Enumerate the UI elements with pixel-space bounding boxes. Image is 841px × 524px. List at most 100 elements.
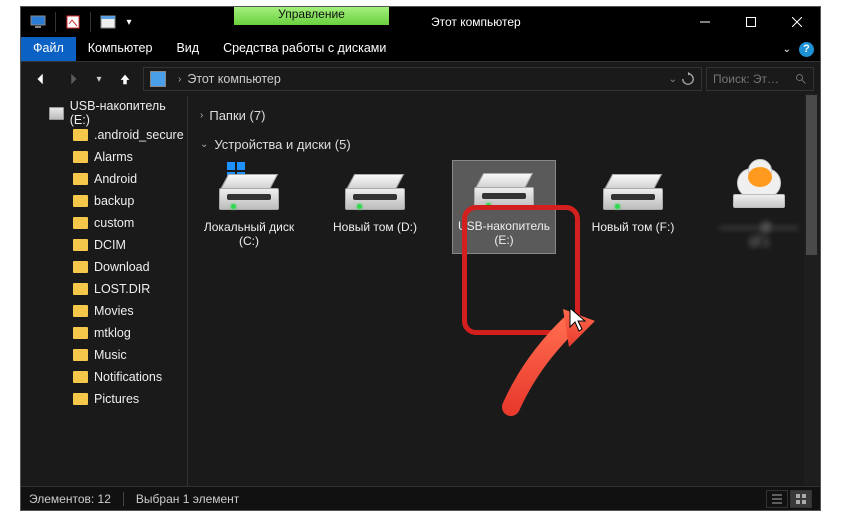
- folder-icon: [73, 217, 88, 229]
- content-pane[interactable]: › Папки (7) ⌄ Устройства и диски (5) Лок…: [188, 96, 820, 488]
- tree-item[interactable]: Download: [21, 256, 187, 278]
- search-box[interactable]: [706, 67, 814, 91]
- search-input[interactable]: [713, 72, 793, 86]
- group-folders-header[interactable]: › Папки (7): [200, 108, 808, 123]
- tree-item-label: mtklog: [94, 326, 131, 340]
- tree-item-label: Movies: [94, 304, 134, 318]
- close-button[interactable]: [774, 7, 820, 37]
- group-folders-label: Папки (7): [209, 108, 265, 123]
- folder-icon: [73, 261, 88, 273]
- tree-item-label: Android: [94, 172, 137, 186]
- scrollbar-thumb[interactable]: [806, 95, 817, 255]
- folder-icon: [73, 305, 88, 317]
- drive-item[interactable]: Новый том (F:): [584, 166, 682, 254]
- tree-root-label: USB-накопитель (E:): [70, 99, 187, 127]
- cloud-drive-icon: [729, 166, 789, 214]
- qat-properties-icon[interactable]: [60, 10, 86, 34]
- tree-item[interactable]: DCIM: [21, 234, 187, 256]
- drive-item[interactable]: ––––––@–––– (Z:): [710, 166, 808, 254]
- drive-label: Новый том (D:): [333, 220, 417, 234]
- folder-icon: [73, 393, 88, 405]
- navigation-pane: ⌄ USB-накопитель (E:) .android_secure Ala…: [21, 96, 188, 488]
- chevron-right-icon[interactable]: ›: [200, 110, 203, 121]
- group-drives-header[interactable]: ⌄ Устройства и диски (5): [200, 137, 808, 152]
- tree-item-label: LOST.DIR: [94, 282, 150, 296]
- maximize-button[interactable]: [728, 7, 774, 37]
- drive-item[interactable]: Новый том (D:): [326, 166, 424, 254]
- window-title: Этот компьютер: [431, 15, 521, 29]
- tree-item-label: Pictures: [94, 392, 139, 406]
- titlebar: ▾ Управление Этот компьютер: [21, 7, 820, 37]
- drive-label: ––––––@–––– (Z:): [710, 220, 808, 248]
- tree-root-usb[interactable]: ⌄ USB-накопитель (E:): [21, 102, 187, 124]
- tree-item-label: Download: [94, 260, 150, 274]
- ribbon-tabs: Файл Компьютер Вид Средства работы с дис…: [21, 37, 820, 61]
- drive-label: Новый том (F:): [592, 220, 675, 234]
- folder-icon: [73, 129, 88, 141]
- tree-item[interactable]: Movies: [21, 300, 187, 322]
- tree-item-label: backup: [94, 194, 134, 208]
- tree-item-label: .android_secure: [94, 128, 184, 142]
- tree-item-label: custom: [94, 216, 134, 230]
- folder-icon: [73, 173, 88, 185]
- tree-item[interactable]: mtklog: [21, 322, 187, 344]
- breadcrumb-dropdown-icon[interactable]: ⌄: [669, 74, 677, 85]
- drive-label: Локальный диск (C:): [200, 220, 298, 248]
- hdd-icon: [474, 165, 534, 213]
- tab-drive-tools[interactable]: Средства работы с дисками: [211, 37, 398, 61]
- qat-newfolder-icon[interactable]: [95, 10, 121, 34]
- chevron-right-icon[interactable]: ›: [178, 74, 181, 85]
- tree-item[interactable]: Pictures: [21, 388, 187, 410]
- ribbon-collapse-icon[interactable]: ⌄: [783, 44, 791, 55]
- nav-back-button[interactable]: [27, 65, 55, 93]
- nav-recent-dropdown[interactable]: ▾: [91, 65, 107, 93]
- status-item-count: Элементов: 12: [29, 492, 111, 506]
- vertical-scrollbar[interactable]: [804, 93, 819, 485]
- contextual-tab-header: Управление: [234, 7, 389, 25]
- drive-item[interactable]: USB-накопитель (E:): [452, 160, 556, 254]
- tree-item[interactable]: .android_secure: [21, 124, 187, 146]
- large-icons-view-button[interactable]: [790, 490, 812, 508]
- qat-dropdown-icon[interactable]: ▾: [122, 10, 136, 34]
- usb-drive-icon: [49, 107, 64, 120]
- breadcrumb[interactable]: › Этот компьютер ⌄: [143, 67, 702, 91]
- chevron-down-icon[interactable]: ⌄: [200, 139, 208, 150]
- tree-item[interactable]: LOST.DIR: [21, 278, 187, 300]
- status-selected: Выбран 1 элемент: [136, 492, 239, 506]
- status-bar: Элементов: 12 Выбран 1 элемент: [21, 486, 820, 510]
- tree-item-label: DCIM: [94, 238, 126, 252]
- tree-item[interactable]: Alarms: [21, 146, 187, 168]
- system-drive-icon: [219, 166, 279, 214]
- folder-icon: [73, 283, 88, 295]
- tree-item-label: Alarms: [94, 150, 133, 164]
- file-tab[interactable]: Файл: [21, 37, 76, 61]
- folder-icon: [73, 195, 88, 207]
- drive-label: USB-накопитель (E:): [455, 219, 553, 247]
- help-icon[interactable]: ?: [799, 42, 814, 57]
- tree-item[interactable]: Android: [21, 168, 187, 190]
- hdd-icon: [603, 166, 663, 214]
- qat-pc-icon[interactable]: [25, 10, 51, 34]
- pc-icon: [150, 71, 166, 87]
- minimize-button[interactable]: [682, 7, 728, 37]
- folder-icon: [73, 151, 88, 163]
- folder-icon: [73, 349, 88, 361]
- drive-item[interactable]: Локальный диск (C:): [200, 166, 298, 254]
- tree-item[interactable]: Music: [21, 344, 187, 366]
- tree-item[interactable]: custom: [21, 212, 187, 234]
- tree-item-label: Notifications: [94, 370, 162, 384]
- breadcrumb-location[interactable]: Этот компьютер: [187, 72, 280, 86]
- refresh-icon[interactable]: [681, 72, 695, 86]
- tab-computer[interactable]: Компьютер: [76, 37, 165, 61]
- mouse-cursor: [569, 307, 587, 333]
- nav-up-button[interactable]: [111, 65, 139, 93]
- search-icon: [795, 73, 807, 85]
- tree-item[interactable]: Notifications: [21, 366, 187, 388]
- details-view-button[interactable]: [766, 490, 788, 508]
- tab-view[interactable]: Вид: [164, 37, 211, 61]
- quick-access-toolbar: ▾: [21, 10, 136, 34]
- nav-forward-button[interactable]: [59, 65, 87, 93]
- tree-item-label: Music: [94, 348, 127, 362]
- hdd-icon: [345, 166, 405, 214]
- tree-item[interactable]: backup: [21, 190, 187, 212]
